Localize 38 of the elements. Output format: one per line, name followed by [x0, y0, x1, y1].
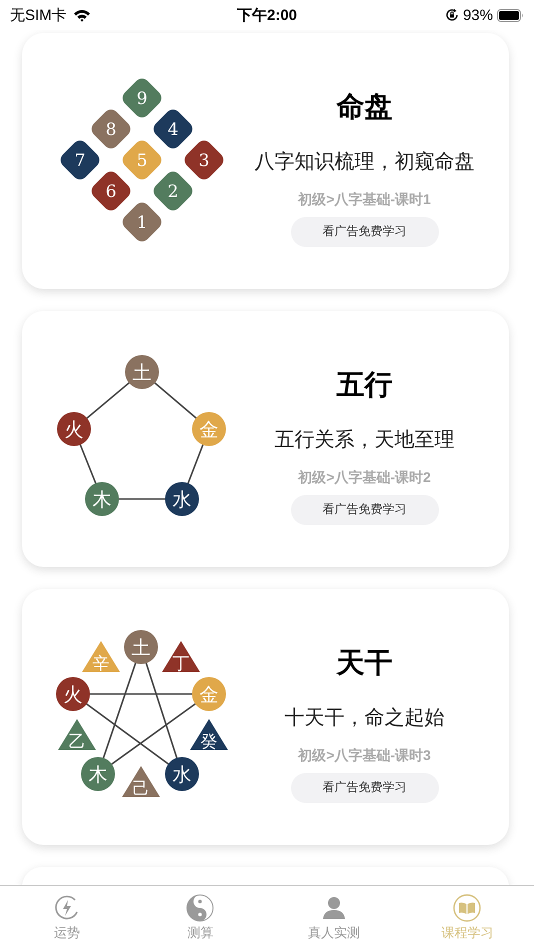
lesson-title: 命盘: [336, 90, 392, 124]
stem-triangle: 癸: [190, 719, 228, 752]
stem-triangle: 乙: [58, 719, 96, 752]
lesson-card[interactable]: 辛 土 丁 火 金 乙 癸 木 己 水 天干 十天干，命之起始 初级>八字基础-课时3 看广告免费学习: [22, 589, 509, 845]
carrier-label: 无SIM卡: [10, 6, 67, 24]
element-node: 土: [125, 355, 159, 389]
wifi-icon: [72, 8, 91, 22]
stem-triangle: 辛: [82, 641, 120, 674]
element-node: 木: [85, 482, 119, 516]
watch-ad-button[interactable]: 看广告免费学习: [290, 494, 438, 524]
lesson-path: 初级>八字基础-课时3: [298, 746, 431, 764]
watch-ad-button[interactable]: 看广告免费学习: [290, 772, 438, 802]
lesson-title: 天干: [336, 646, 392, 680]
lesson-card[interactable]: 9 8 4 7 5 3 6 2 1 命盘 八字知识梳理，初窥命盘 初级>八字基础-课时1 看广告免费学习: [22, 33, 509, 289]
lesson-subtitle: 五行关系，天地至理: [274, 428, 454, 452]
stem-triangle: 丁: [162, 641, 200, 674]
lesson-path: 初级>八字基础-课时2: [298, 468, 431, 486]
yin-yang-icon: [186, 894, 214, 922]
watch-ad-button[interactable]: 看广告免费学习: [290, 216, 438, 246]
element-node: 火: [57, 412, 91, 446]
lesson-subtitle: 十天干，命之起始: [284, 706, 444, 730]
battery-percentage: 93%: [462, 6, 493, 24]
lesson-subtitle: 八字知识梳理，初窥命盘: [254, 150, 474, 174]
book-icon: [453, 894, 482, 922]
lesson-title: 五行: [336, 368, 392, 402]
stem-triangle: 己: [122, 766, 160, 799]
battery-icon: [497, 8, 524, 22]
element-node: 火: [56, 677, 90, 711]
lesson-card[interactable]: 土 火 金 木 水 五行 五行关系，天地至理 初级>八字基础-课时2 看广告免费学习: [22, 311, 509, 567]
element-node: 木: [81, 757, 115, 791]
element-node: 水: [165, 757, 199, 791]
lesson-path: 初级>八字基础-课时1: [298, 190, 431, 208]
element-node: 水: [165, 482, 199, 516]
rotation-lock-icon: [444, 8, 459, 22]
element-node: 金: [192, 677, 226, 711]
status-time: 下午2:00: [236, 6, 298, 24]
element-node: 土: [124, 630, 158, 664]
element-node: 金: [192, 412, 226, 446]
